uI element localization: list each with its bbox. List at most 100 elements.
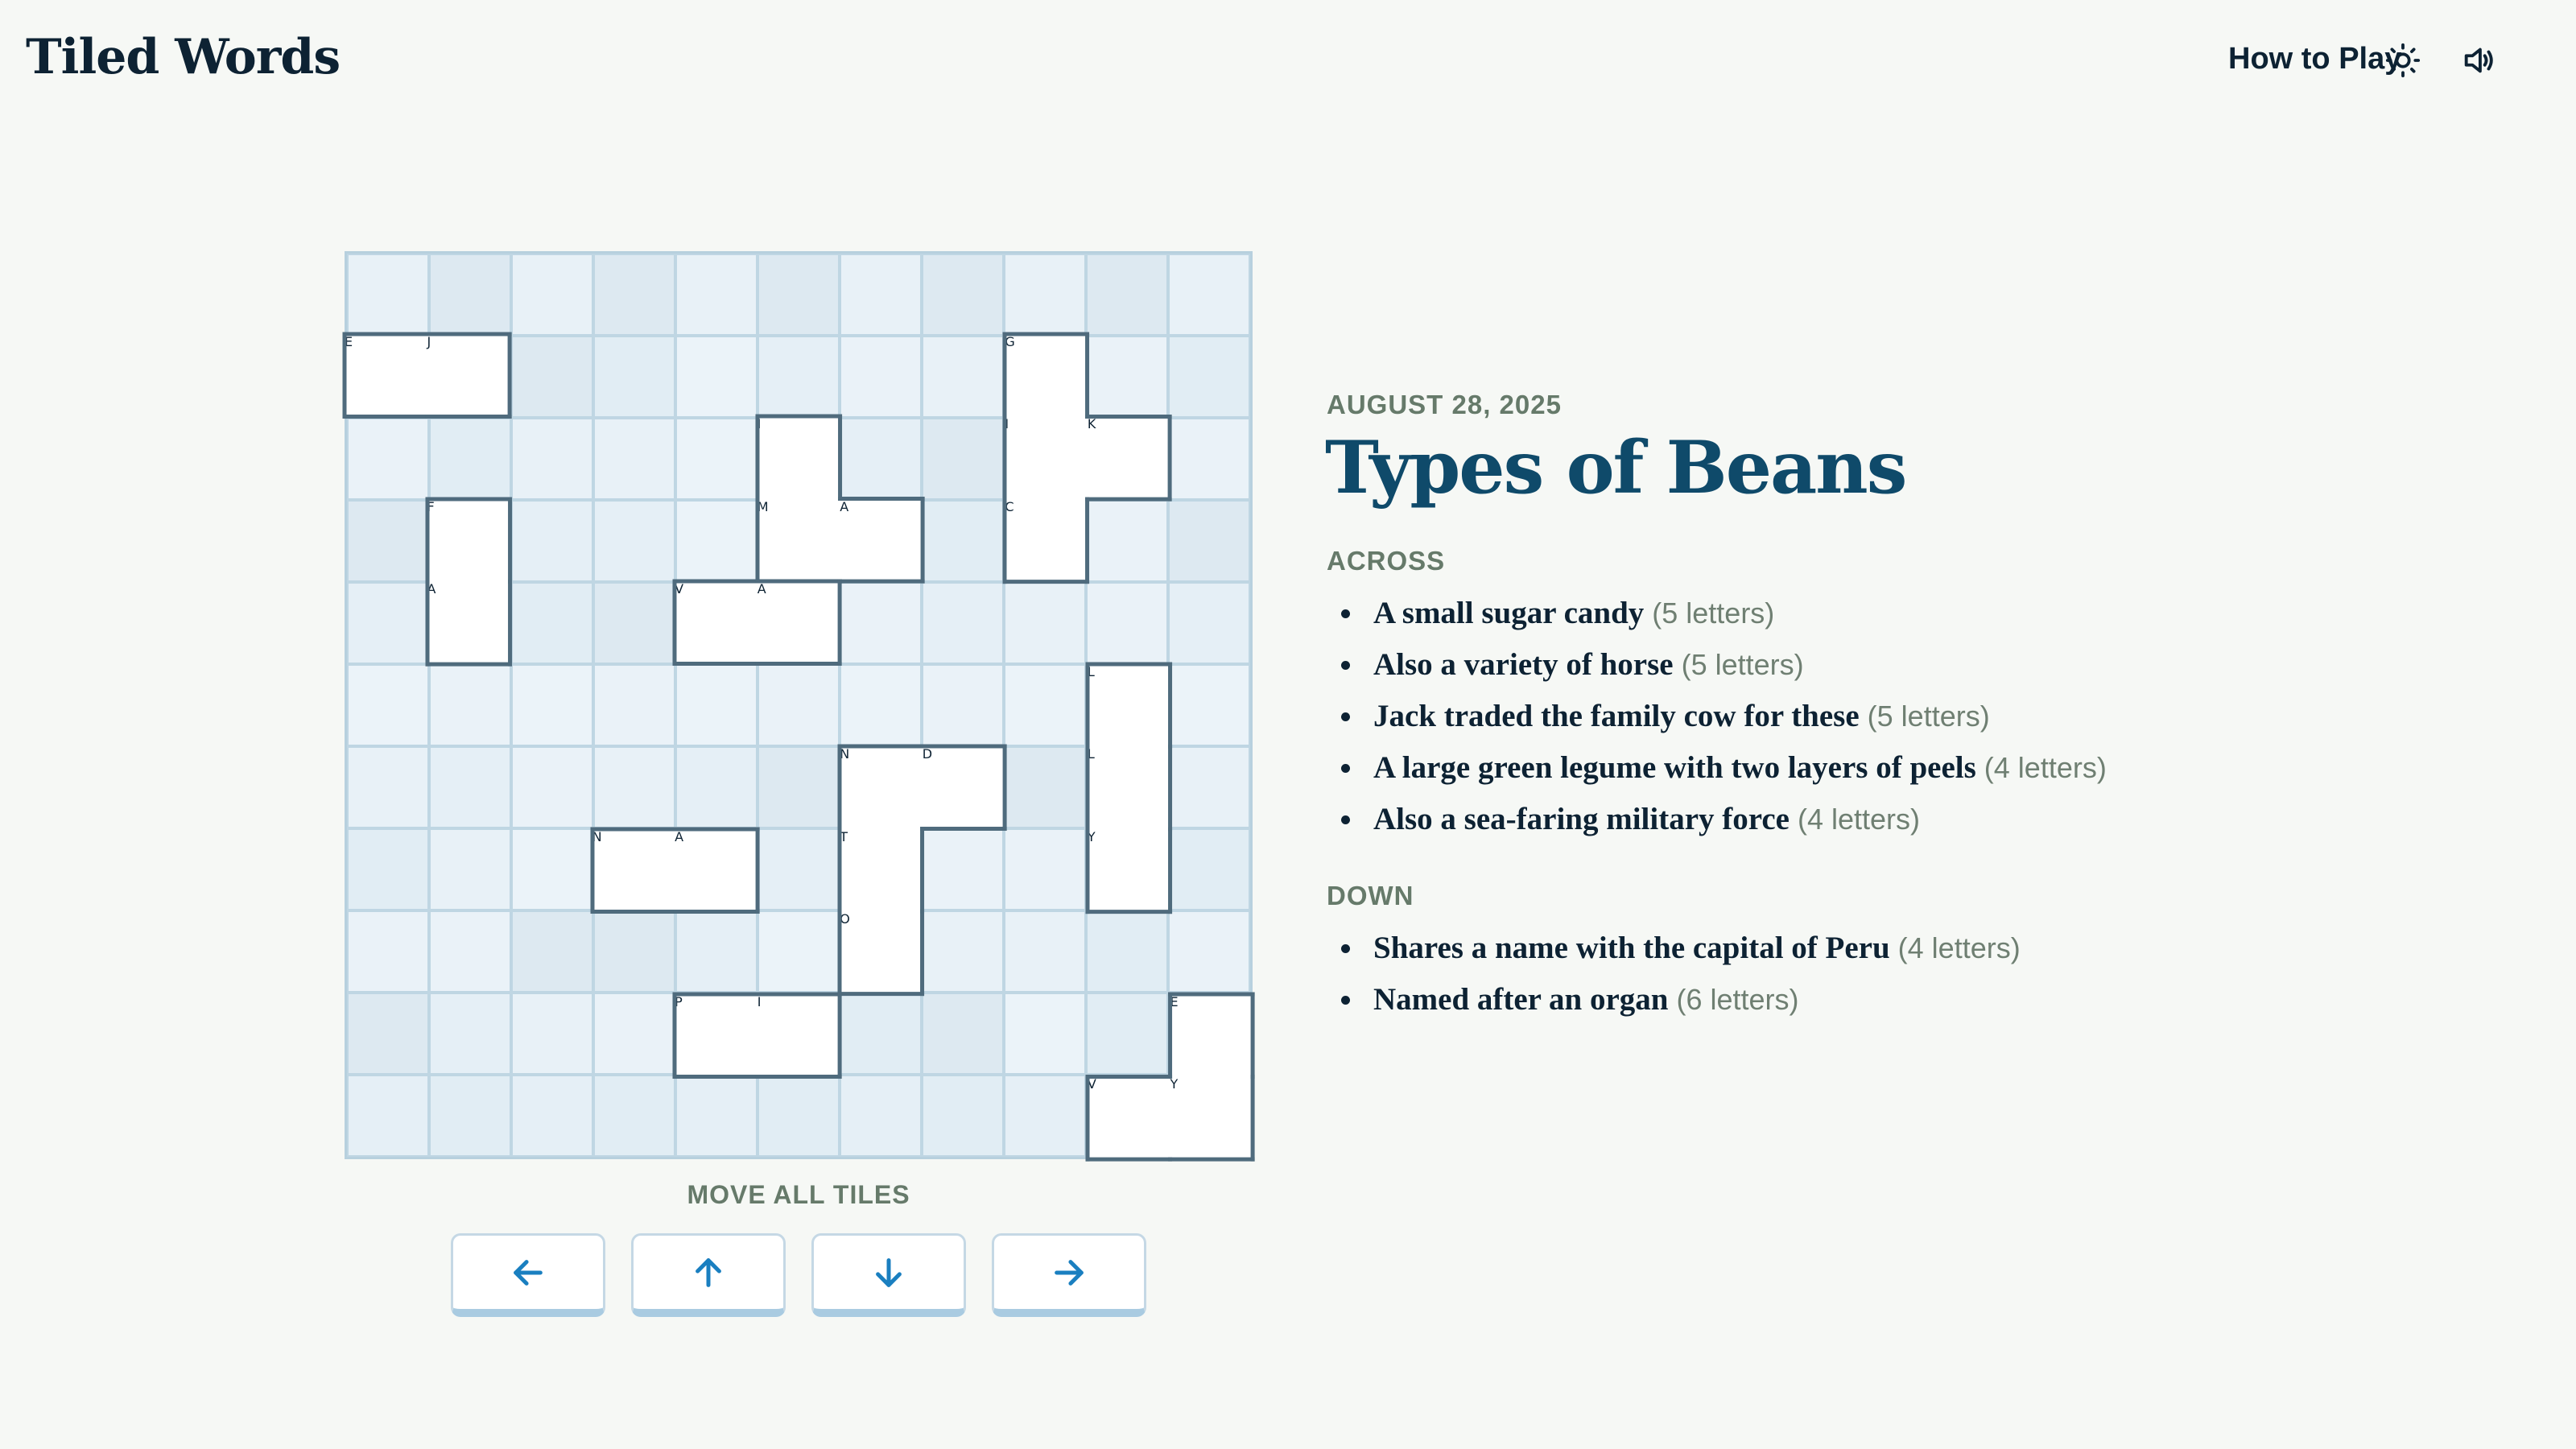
clue-length: (4 letters) xyxy=(1984,751,2107,784)
arrow-left-icon xyxy=(514,1259,543,1286)
tile-ima[interactable]: I M A xyxy=(755,414,925,584)
tile-pi[interactable]: PI xyxy=(672,992,842,1079)
grid-cell xyxy=(675,254,758,336)
grid-cell xyxy=(1168,336,1250,418)
clue-item: Also a variety of horse (5 letters) xyxy=(1336,639,2107,691)
grid-cell xyxy=(511,500,593,582)
tile-evy[interactable]: E V Y xyxy=(1085,992,1255,1162)
grid-cell xyxy=(593,254,675,336)
move-down-button[interactable] xyxy=(811,1233,966,1317)
grid-cell xyxy=(922,664,1004,746)
tile-cell: V xyxy=(1087,1076,1170,1159)
clue-item: A small sugar candy (5 letters) xyxy=(1336,588,2107,639)
grid-cell xyxy=(1004,664,1086,746)
how-to-play-link[interactable]: How to Play xyxy=(2228,42,2401,76)
tile-fa[interactable]: FA xyxy=(425,497,512,667)
grid-cell xyxy=(675,1075,758,1157)
move-up-button[interactable] xyxy=(631,1233,786,1317)
tile-cell: P xyxy=(675,993,758,1077)
bullet-icon xyxy=(1341,996,1350,1005)
tile-letter: O xyxy=(840,911,850,927)
tile-letter: A xyxy=(675,828,684,844)
clue-length: (4 letters) xyxy=(1897,931,2021,964)
tile-lly[interactable]: L L Y xyxy=(1085,662,1172,914)
grid-cell xyxy=(840,254,922,336)
grid-cell xyxy=(593,910,675,993)
across-clue-list: A small sugar candy (5 letters) Also a var… xyxy=(1336,588,2107,845)
tile-cell: M xyxy=(757,498,840,582)
tile-cell: K xyxy=(1087,416,1170,499)
tile-na[interactable]: NA xyxy=(590,827,760,914)
tile-letter: C xyxy=(1005,498,1014,514)
tile-cell: N xyxy=(592,828,675,912)
grid-cell xyxy=(593,664,675,746)
tile-cell: N xyxy=(840,746,923,829)
grid-cell xyxy=(1168,582,1250,664)
tile-cell: T xyxy=(840,828,923,912)
grid-cell xyxy=(675,664,758,746)
grid-cell xyxy=(347,828,429,910)
grid-cell xyxy=(593,582,675,664)
clue-item: Jack traded the family cow for these (5 l… xyxy=(1336,691,2107,742)
grid-cell xyxy=(922,254,1004,336)
tile-cell: F xyxy=(427,498,510,582)
grid-cell xyxy=(347,254,429,336)
grid-cell xyxy=(429,828,511,910)
tile-letter: D xyxy=(922,746,933,762)
grid-cell xyxy=(922,1075,1004,1157)
bullet-icon xyxy=(1341,944,1350,953)
grid-cell xyxy=(593,746,675,828)
arrow-up-icon xyxy=(696,1257,721,1287)
grid-cell xyxy=(429,664,511,746)
grid-cell xyxy=(922,582,1004,664)
grid-cell xyxy=(675,910,758,993)
bullet-icon xyxy=(1341,815,1350,824)
tile-letter: M xyxy=(757,498,769,514)
sun-icon[interactable] xyxy=(2384,42,2421,79)
grid-cell xyxy=(758,1075,840,1157)
arrow-right-icon xyxy=(1055,1259,1084,1286)
grid-cell xyxy=(758,910,840,993)
grid-cell xyxy=(511,582,593,664)
grid-cell xyxy=(1168,254,1250,336)
grid-cell xyxy=(840,582,922,664)
grid-cell xyxy=(1086,910,1168,993)
header: Tiled Words How to Play xyxy=(0,0,2576,121)
tile-gick[interactable]: G I C K xyxy=(1002,332,1172,584)
grid-cell xyxy=(593,336,675,418)
grid-cell xyxy=(675,746,758,828)
grid-cell xyxy=(840,336,922,418)
tile-cell: A xyxy=(427,581,510,664)
app-title: Tiled Words xyxy=(26,29,341,85)
tile-ndto[interactable]: N D T O xyxy=(837,744,1007,997)
clue-length: (4 letters) xyxy=(1797,803,1921,836)
move-right-button[interactable] xyxy=(992,1233,1146,1317)
tile-va[interactable]: VA xyxy=(672,579,842,667)
grid-cell xyxy=(511,993,593,1075)
grid-cell xyxy=(1004,828,1086,910)
sound-icon[interactable] xyxy=(2460,42,2497,79)
tile-letter: I xyxy=(757,993,762,1009)
grid-cell xyxy=(675,336,758,418)
tile-letter: J xyxy=(427,333,431,349)
move-left-button[interactable] xyxy=(451,1233,605,1317)
clue-item: Named after an organ (6 letters) xyxy=(1336,974,2021,1026)
puzzle-title: Types of Beans xyxy=(1325,425,1907,510)
grid-cell xyxy=(840,993,922,1075)
grid-cell xyxy=(347,910,429,993)
tile-letter: N xyxy=(592,828,602,844)
grid-cell xyxy=(347,1075,429,1157)
clue-length: (5 letters) xyxy=(1652,597,1775,630)
grid-cell xyxy=(429,1075,511,1157)
down-label: DOWN xyxy=(1327,881,1414,910)
tile-letter: P xyxy=(675,993,683,1009)
grid-cell xyxy=(593,500,675,582)
grid-cell xyxy=(511,746,593,828)
tile-cell: I xyxy=(757,993,840,1077)
grid-cell xyxy=(429,993,511,1075)
clue-length: (6 letters) xyxy=(1676,983,1799,1016)
tile-ej[interactable]: EJ xyxy=(342,332,512,419)
clue-text: A large green legume with two layers of … xyxy=(1373,750,1976,785)
tile-cell: A xyxy=(840,498,923,582)
grid-cell xyxy=(840,1075,922,1157)
